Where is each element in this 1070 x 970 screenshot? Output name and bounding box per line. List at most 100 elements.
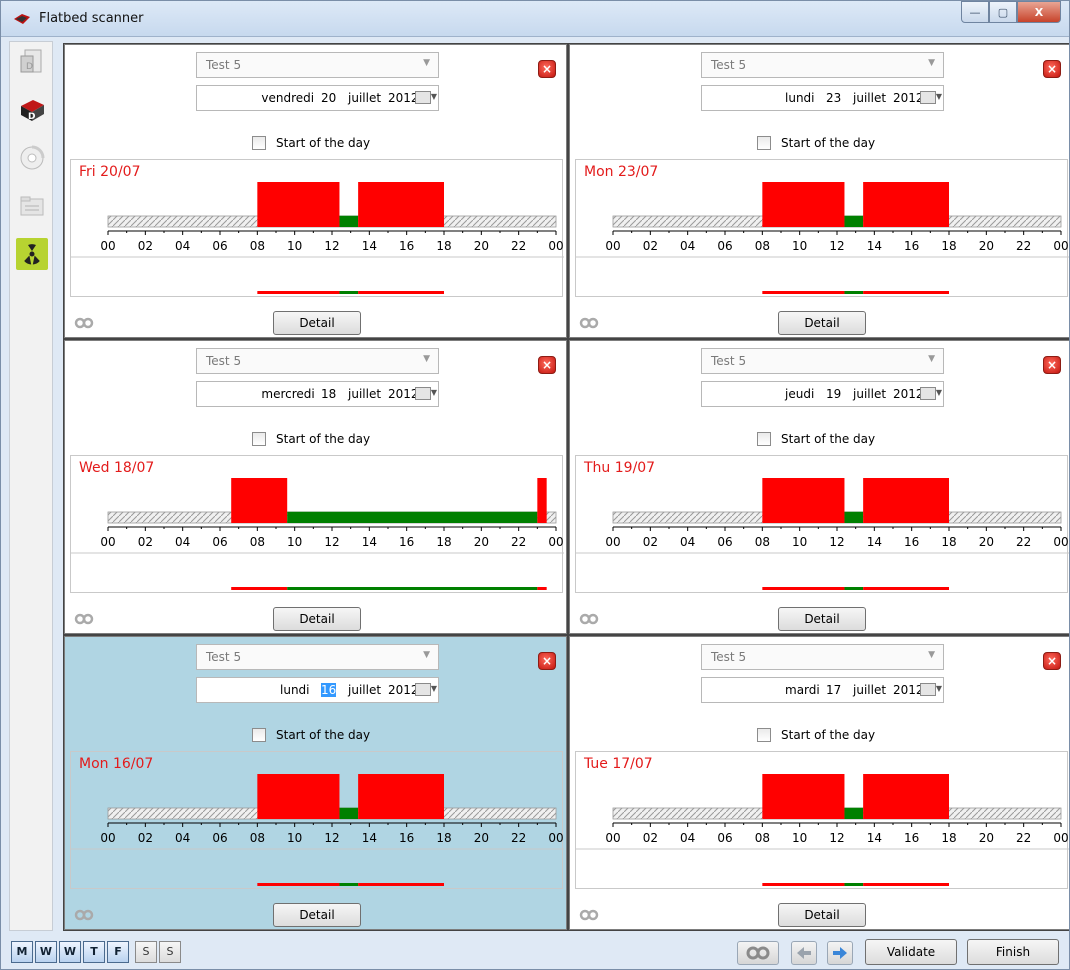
date-day[interactable]: 19 bbox=[826, 387, 841, 401]
remove-day-button[interactable]: × bbox=[1043, 356, 1061, 374]
hour-tick-label: 10 bbox=[287, 535, 302, 549]
minimize-button[interactable]: — bbox=[961, 1, 989, 23]
calendar-icon[interactable] bbox=[920, 683, 936, 696]
summary-break bbox=[844, 291, 864, 294]
schedule-combo[interactable]: Test 5 ▼ bbox=[701, 52, 944, 78]
start-of-day-checkbox[interactable] bbox=[757, 728, 771, 742]
remove-day-button[interactable]: × bbox=[1043, 60, 1061, 78]
svg-text:D: D bbox=[26, 62, 33, 72]
hour-tick-label: 00 bbox=[100, 535, 115, 549]
chevron-down-icon: ▼ bbox=[423, 650, 430, 660]
detail-button[interactable]: Detail bbox=[778, 311, 866, 335]
previous-button[interactable] bbox=[791, 941, 817, 965]
close-button[interactable]: X bbox=[1017, 1, 1061, 23]
hour-tick-label: 02 bbox=[138, 535, 153, 549]
detail-button[interactable]: Detail bbox=[273, 607, 361, 631]
weekday-toggle-button[interactable]: S bbox=[135, 941, 157, 963]
link-icon[interactable] bbox=[71, 613, 101, 625]
link-icon[interactable] bbox=[576, 909, 606, 921]
segment-work bbox=[537, 478, 547, 523]
hour-tick-label: 16 bbox=[399, 831, 414, 845]
link-icon bbox=[746, 946, 770, 960]
sidebar-item-folder[interactable] bbox=[16, 190, 48, 222]
link-icon[interactable] bbox=[576, 613, 606, 625]
date-year: 2012 bbox=[893, 91, 924, 105]
calendar-icon[interactable] bbox=[415, 91, 431, 104]
next-button[interactable] bbox=[827, 941, 853, 965]
sidebar-item-hazard[interactable] bbox=[16, 238, 48, 270]
link-toggle-button[interactable] bbox=[737, 941, 779, 965]
sidebar-item-disc[interactable] bbox=[16, 142, 48, 174]
hour-tick-label: 12 bbox=[324, 535, 339, 549]
hour-tick-label: 16 bbox=[399, 239, 414, 253]
sidebar-item-flatbed-scanner[interactable]: D bbox=[16, 94, 48, 126]
remove-day-button[interactable]: × bbox=[538, 652, 556, 670]
date-picker[interactable]: lundi 16 juillet 2012 ▼ bbox=[196, 677, 439, 703]
date-day[interactable]: 18 bbox=[321, 387, 336, 401]
schedule-combo[interactable]: Test 5 ▼ bbox=[701, 348, 944, 374]
arrow-left-icon bbox=[797, 947, 811, 959]
hour-tick-label: 06 bbox=[212, 239, 227, 253]
date-day[interactable]: 17 bbox=[826, 683, 841, 697]
hour-tick-label: 02 bbox=[643, 535, 658, 549]
segment-work bbox=[762, 182, 845, 227]
day-panel: Test 5 ▼ × mercredi 18 juillet 2012 ▼ Start of t… bbox=[64, 340, 567, 634]
arrow-right-icon bbox=[833, 947, 847, 959]
weekday-toggle-button[interactable]: F bbox=[107, 941, 129, 963]
chevron-down-icon: ▼ bbox=[928, 650, 935, 660]
hour-tick-label: 02 bbox=[138, 239, 153, 253]
validate-button[interactable]: Validate bbox=[865, 939, 957, 965]
schedule-combo[interactable]: Test 5 ▼ bbox=[196, 52, 439, 78]
weekday-toggle-button[interactable]: W bbox=[59, 941, 81, 963]
start-of-day-label: Start of the day bbox=[276, 136, 371, 150]
detail-button[interactable]: Detail bbox=[778, 607, 866, 631]
date-day[interactable]: 16 bbox=[321, 683, 337, 697]
detail-button[interactable]: Detail bbox=[778, 903, 866, 927]
date-day[interactable]: 20 bbox=[321, 91, 336, 105]
hour-tick-label: 14 bbox=[362, 831, 377, 845]
app-window: Flatbed scanner — ▢ X D D Test 5 ▼ × vendre… bbox=[0, 0, 1070, 970]
date-picker[interactable]: mardi 17 juillet 2012 ▼ bbox=[701, 677, 944, 703]
link-icon[interactable] bbox=[71, 317, 101, 329]
date-picker[interactable]: lundi 23 juillet 2012 ▼ bbox=[701, 85, 944, 111]
schedule-combo[interactable]: Test 5 ▼ bbox=[701, 644, 944, 670]
maximize-button[interactable]: ▢ bbox=[989, 1, 1017, 23]
schedule-combo[interactable]: Test 5 ▼ bbox=[196, 644, 439, 670]
date-day[interactable]: 23 bbox=[826, 91, 841, 105]
start-of-day-checkbox[interactable] bbox=[252, 432, 266, 446]
weekday-toggle-button[interactable]: S bbox=[159, 941, 181, 963]
weekday-toggle-button[interactable]: W bbox=[35, 941, 57, 963]
calendar-icon[interactable] bbox=[920, 387, 936, 400]
date-picker[interactable]: vendredi 20 juillet 2012 ▼ bbox=[196, 85, 439, 111]
schedule-combo-value: Test 5 bbox=[711, 650, 747, 664]
remove-day-button[interactable]: × bbox=[538, 60, 556, 78]
hour-tick-label: 04 bbox=[680, 831, 695, 845]
hour-tick-label: 20 bbox=[979, 831, 994, 845]
segment-work bbox=[762, 478, 845, 523]
start-of-day-checkbox[interactable] bbox=[252, 136, 266, 150]
detail-button[interactable]: Detail bbox=[273, 311, 361, 335]
sidebar-item-document-scan[interactable]: D bbox=[16, 46, 48, 78]
finish-button[interactable]: Finish bbox=[967, 939, 1059, 965]
folder-icon bbox=[20, 196, 44, 216]
remove-day-button[interactable]: × bbox=[538, 356, 556, 374]
start-of-day-checkbox[interactable] bbox=[757, 432, 771, 446]
start-of-day-label: Start of the day bbox=[781, 136, 876, 150]
start-of-day-checkbox[interactable] bbox=[757, 136, 771, 150]
link-icon[interactable] bbox=[576, 317, 606, 329]
segment-work bbox=[231, 478, 288, 523]
date-picker[interactable]: mercredi 18 juillet 2012 ▼ bbox=[196, 381, 439, 407]
detail-button[interactable]: Detail bbox=[273, 903, 361, 927]
link-icon[interactable] bbox=[71, 909, 101, 921]
calendar-icon[interactable] bbox=[920, 91, 936, 104]
date-picker[interactable]: jeudi 19 juillet 2012 ▼ bbox=[701, 381, 944, 407]
start-of-day-checkbox[interactable] bbox=[252, 728, 266, 742]
segment-break bbox=[844, 511, 864, 523]
weekday-toggle-button[interactable]: T bbox=[83, 941, 105, 963]
weekday-toggle-button[interactable]: M bbox=[11, 941, 33, 963]
hour-tick-label: 16 bbox=[904, 239, 919, 253]
calendar-icon[interactable] bbox=[415, 387, 431, 400]
calendar-icon[interactable] bbox=[415, 683, 431, 696]
schedule-combo[interactable]: Test 5 ▼ bbox=[196, 348, 439, 374]
remove-day-button[interactable]: × bbox=[1043, 652, 1061, 670]
